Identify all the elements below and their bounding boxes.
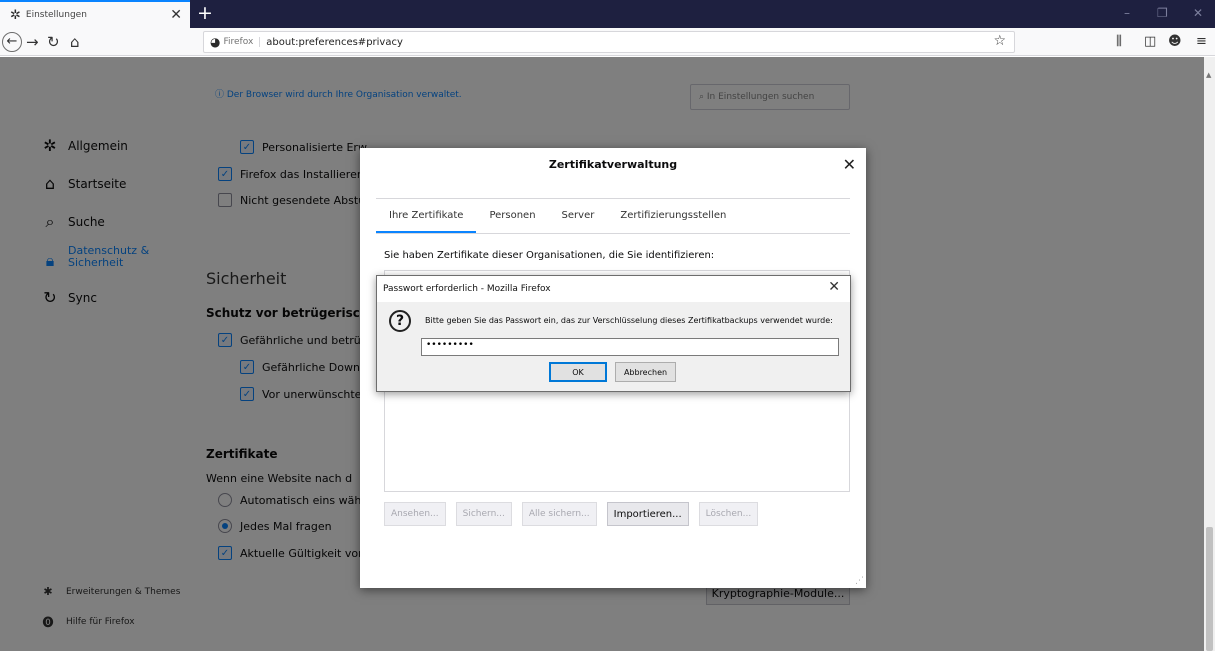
tab-your-certificates[interactable]: Ihre Zertifikate <box>376 199 477 233</box>
tab-title: Einstellungen <box>25 10 87 20</box>
close-icon[interactable]: ✕ <box>843 155 856 174</box>
tab-settings[interactable]: ✲ Einstellungen ✕ <box>0 0 190 28</box>
import-button[interactable]: Importieren... <box>606 502 689 526</box>
password-required-dialog: Passwort erforderlich - Mozilla Firefox … <box>376 275 851 392</box>
account-icon[interactable]: ☻ <box>1168 34 1182 49</box>
backup-all-button[interactable]: Alle sichern... <box>521 502 597 526</box>
dialog-title: Passwort erforderlich - Mozilla Firefox <box>383 284 551 294</box>
gear-icon: ✲ <box>10 7 21 23</box>
tab-people[interactable]: Personen <box>476 199 548 233</box>
scroll-up-arrow-icon[interactable]: ▲ <box>1206 71 1211 79</box>
identity-label: Firefox <box>223 37 261 47</box>
home-button[interactable]: ⌂ <box>70 32 80 52</box>
library-icon[interactable]: ⫼ <box>1116 34 1122 49</box>
sidebar-icon[interactable]: ◫ <box>1144 34 1156 49</box>
resize-grip-icon[interactable]: ⋰ <box>855 576 864 586</box>
question-icon: ? <box>389 310 411 332</box>
page-scrollbar[interactable]: ▲ <box>1204 57 1215 651</box>
dialog-titlebar: Passwort erforderlich - Mozilla Firefox <box>377 276 850 302</box>
tab-bar: ✲ Einstellungen ✕ + – ❐ ✕ <box>0 0 1215 28</box>
new-tab-button[interactable]: + <box>197 2 213 24</box>
url-bar[interactable]: ◕ Firefox about:preferences#privacy ☆ <box>203 31 1015 53</box>
bookmark-star-icon[interactable]: ☆ <box>993 33 1006 49</box>
certificates-list-description: Sie haben Zertifikate dieser Organisatio… <box>384 250 715 261</box>
dialog-title: Zertifikatverwaltung <box>548 158 678 171</box>
url-text[interactable]: about:preferences#privacy <box>266 37 403 48</box>
firefox-icon: ◕ <box>210 35 221 49</box>
tab-servers[interactable]: Server <box>549 199 608 233</box>
menu-icon[interactable]: ≡ <box>1196 34 1207 49</box>
certificate-tabs: Ihre Zertifikate Personen Server Zertifi… <box>376 198 850 234</box>
close-icon[interactable]: ✕ <box>828 279 840 295</box>
backup-button[interactable]: Sichern... <box>455 502 512 526</box>
close-tab-icon[interactable]: ✕ <box>170 7 182 23</box>
ok-button[interactable]: OK <box>549 362 607 382</box>
password-field[interactable]: ••••••••• <box>421 338 839 356</box>
scrollbar-thumb[interactable] <box>1206 527 1213 651</box>
cancel-button[interactable]: Abbrechen <box>615 362 676 382</box>
delete-button[interactable]: Löschen... <box>698 502 759 526</box>
navigation-bar: ← → ↻ ⌂ ◕ Firefox about:preferences#priv… <box>0 28 1215 56</box>
close-window-button[interactable]: ✕ <box>1193 6 1203 20</box>
certificate-actions: Ansehen... Sichern... Alle sichern... Im… <box>384 502 768 526</box>
tab-authorities[interactable]: Zertifizierungsstellen <box>607 199 739 233</box>
forward-button[interactable]: → <box>26 32 39 52</box>
back-button[interactable]: ← <box>2 32 22 52</box>
password-prompt-message: Bitte geben Sie das Passwort ein, das zu… <box>425 316 833 325</box>
view-button[interactable]: Ansehen... <box>384 502 446 526</box>
restore-button[interactable]: ❐ <box>1157 6 1168 20</box>
minimize-button[interactable]: – <box>1124 6 1130 20</box>
reload-button[interactable]: ↻ <box>47 32 60 52</box>
